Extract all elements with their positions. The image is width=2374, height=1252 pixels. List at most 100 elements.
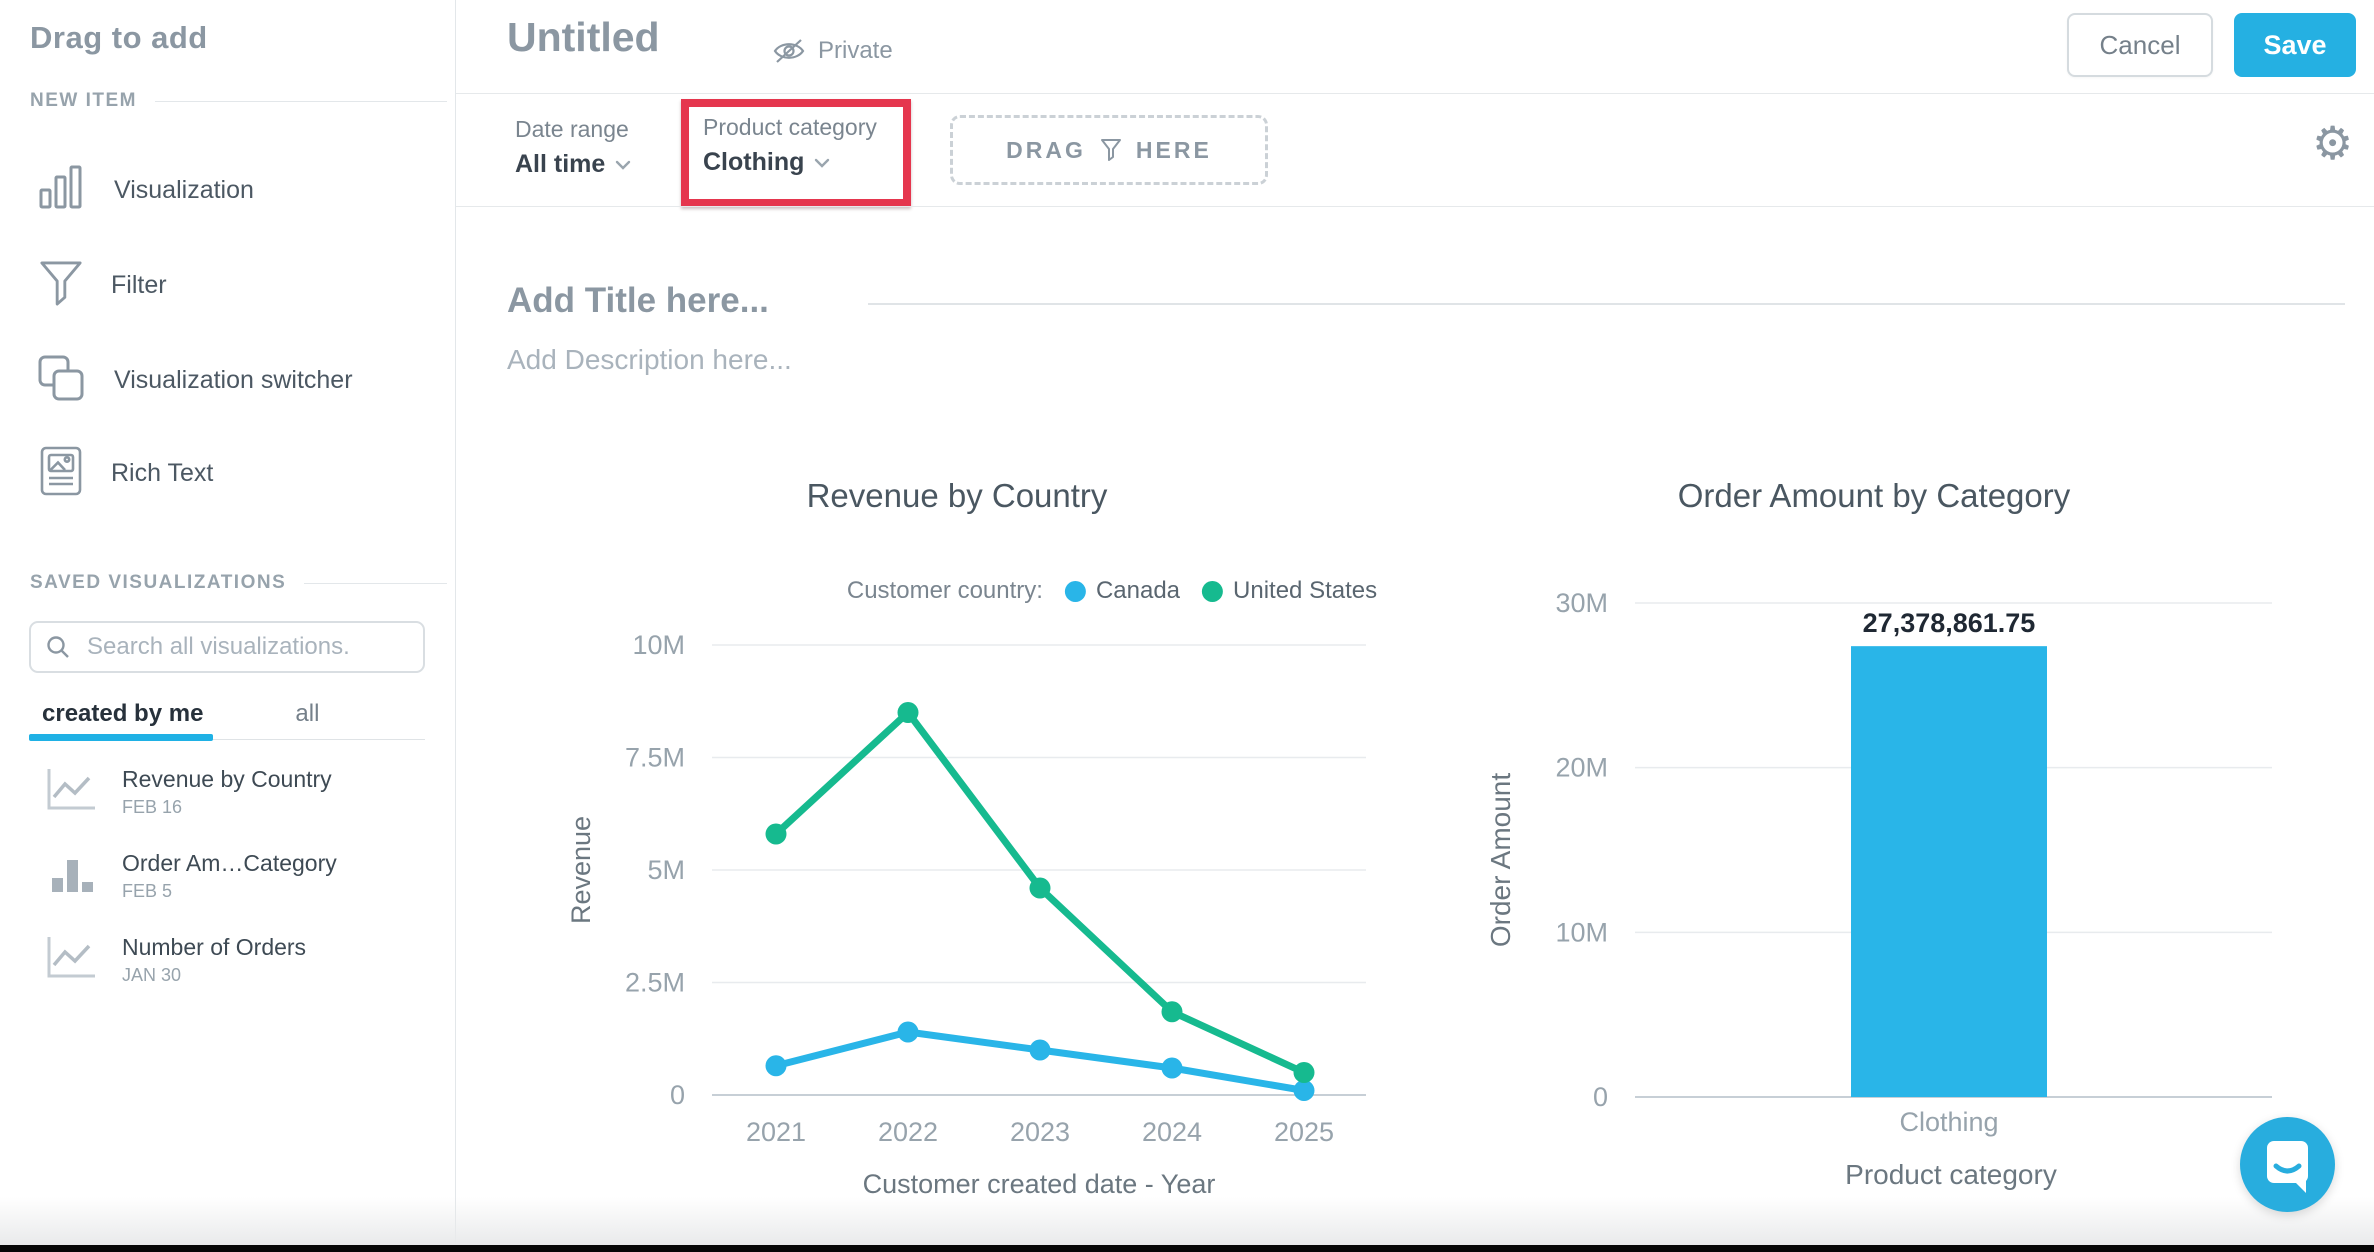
data-point	[898, 1022, 919, 1043]
dashboard-description-placeholder[interactable]: Add Description here...	[507, 344, 792, 376]
gear-icon[interactable]: ⚙	[2312, 120, 2353, 166]
saved-item-date: FEB 5	[122, 881, 337, 902]
bar-chart-outline-icon	[36, 163, 86, 218]
svg-text:30M: 30M	[1555, 588, 1608, 618]
data-point	[766, 1055, 787, 1076]
line-chart-icon	[44, 933, 100, 986]
filter-label: Date range	[515, 116, 631, 143]
bottom-black-strip	[0, 1245, 2374, 1252]
tab-baseline	[213, 739, 425, 740]
funnel-icon	[1100, 138, 1122, 162]
svg-text:7.5M: 7.5M	[625, 743, 685, 773]
saved-item-revenue-by-country[interactable]: Revenue by Country FEB 16	[44, 765, 332, 818]
data-point	[898, 702, 919, 723]
data-point	[1162, 1058, 1183, 1079]
privacy-indicator[interactable]: Private	[772, 36, 893, 66]
svg-text:Clothing: Clothing	[1899, 1107, 1998, 1137]
cancel-button[interactable]: Cancel	[2067, 13, 2213, 77]
revenue-by-country-line-chart: 02.5M5M7.5M10M20212022202320242025Custom…	[560, 600, 1400, 1205]
layers-icon	[36, 353, 86, 408]
search-box	[29, 621, 425, 673]
sidebar-item-label: Rich Text	[111, 459, 213, 488]
active-tab-underline	[29, 734, 213, 741]
data-point	[1030, 878, 1051, 899]
sidebar-item-label: Visualization	[114, 176, 254, 205]
tab-all[interactable]: all	[295, 700, 319, 728]
svg-text:2025: 2025	[1274, 1117, 1334, 1147]
new-item-section-label: NEW ITEM	[30, 90, 137, 112]
header-divider	[456, 93, 2374, 94]
legend-dot	[1065, 581, 1086, 602]
search-input[interactable]	[85, 632, 409, 662]
svg-text:2.5M: 2.5M	[625, 968, 685, 998]
legend-dot	[1202, 581, 1223, 602]
data-point	[766, 824, 787, 845]
svg-text:2024: 2024	[1142, 1117, 1202, 1147]
sidebar: Drag to add NEW ITEM Visualization Filte…	[0, 0, 456, 1252]
chevron-down-icon	[615, 160, 631, 170]
sidebar-item-label: Visualization switcher	[114, 366, 353, 395]
saved-item-date: FEB 16	[122, 797, 332, 818]
intercom-chat-button[interactable]	[2240, 1117, 2335, 1212]
filter-label: Product category	[703, 114, 877, 141]
annotation-highlight-box: Product category Clothing	[681, 99, 911, 207]
svg-text:2022: 2022	[878, 1117, 938, 1147]
saved-item-title: Order Am…Category	[122, 850, 337, 877]
chat-bubble-icon	[2240, 1117, 2335, 1212]
sidebar-title: Drag to add	[30, 20, 208, 56]
saved-section-header: SAVED VISUALIZATIONS	[30, 572, 447, 594]
filter-value: Clothing	[703, 148, 804, 177]
search-icon	[45, 634, 71, 660]
svg-text:10M: 10M	[632, 630, 685, 660]
bar-chart-icon	[44, 849, 100, 902]
tab-created-by-me[interactable]: created by me	[42, 700, 203, 728]
svg-text:Product category: Product category	[1845, 1159, 2057, 1190]
sidebar-item-visualization[interactable]: Visualization	[36, 161, 254, 219]
saved-item-order-amount-category[interactable]: Order Am…Category FEB 5	[44, 849, 337, 902]
svg-text:Revenue: Revenue	[566, 816, 596, 924]
saved-section-label: SAVED VISUALIZATIONS	[30, 572, 286, 594]
svg-text:Customer created date - Year: Customer created date - Year	[863, 1169, 1216, 1199]
dashboard-builder-app: Drag to add NEW ITEM Visualization Filte…	[0, 0, 2374, 1252]
sidebar-item-filter[interactable]: Filter	[36, 256, 167, 314]
svg-text:5M: 5M	[647, 855, 685, 885]
saved-item-title: Number of Orders	[122, 934, 306, 961]
svg-text:Order Amount: Order Amount	[1490, 773, 1516, 948]
rich-text-icon	[39, 445, 83, 502]
svg-text:10M: 10M	[1555, 917, 1608, 947]
eye-off-icon	[772, 36, 806, 66]
filter-date-range[interactable]: Date range All time	[515, 116, 631, 179]
section-divider	[304, 583, 447, 584]
svg-text:2023: 2023	[1010, 1117, 1070, 1147]
data-point	[1162, 1001, 1183, 1022]
filter-bar-divider	[456, 206, 2374, 207]
filter-drop-zone[interactable]: DRAG HERE	[950, 115, 1268, 185]
new-item-section-header: NEW ITEM	[30, 90, 447, 112]
sidebar-item-visualization-switcher[interactable]: Visualization switcher	[36, 351, 353, 409]
section-divider	[155, 101, 447, 102]
svg-text:27,378,861.75: 27,378,861.75	[1863, 608, 2036, 638]
svg-text:20M: 20M	[1555, 753, 1608, 783]
funnel-icon	[39, 259, 83, 312]
title-rule-line	[868, 303, 2345, 305]
filter-value: All time	[515, 150, 605, 179]
filter-product-category[interactable]: Product category Clothing	[703, 114, 877, 177]
drop-zone-text: HERE	[1136, 137, 1212, 164]
saved-item-number-of-orders[interactable]: Number of Orders JAN 30	[44, 933, 306, 986]
data-point	[1030, 1040, 1051, 1061]
svg-text:0: 0	[1593, 1082, 1608, 1112]
chevron-down-icon	[814, 158, 830, 168]
drop-zone-text: DRAG	[1006, 137, 1086, 164]
saved-item-date: JAN 30	[122, 965, 306, 986]
sidebar-item-rich-text[interactable]: Rich Text	[36, 444, 213, 502]
save-button[interactable]: Save	[2234, 13, 2356, 77]
data-point	[1294, 1080, 1315, 1101]
privacy-label: Private	[818, 37, 893, 65]
sidebar-item-label: Filter	[111, 271, 167, 300]
dashboard-title-placeholder[interactable]: Add Title here...	[507, 281, 769, 321]
dashboard-title[interactable]: Untitled	[507, 14, 660, 61]
data-point	[1294, 1062, 1315, 1083]
order-amount-by-category-bar-chart: 0 10M 20M 30M 27,378,861.75 Clothing Product c…	[1490, 580, 2290, 1210]
bar-clothing	[1851, 646, 2047, 1097]
bar-chart-title: Order Amount by Category	[1678, 477, 2071, 515]
